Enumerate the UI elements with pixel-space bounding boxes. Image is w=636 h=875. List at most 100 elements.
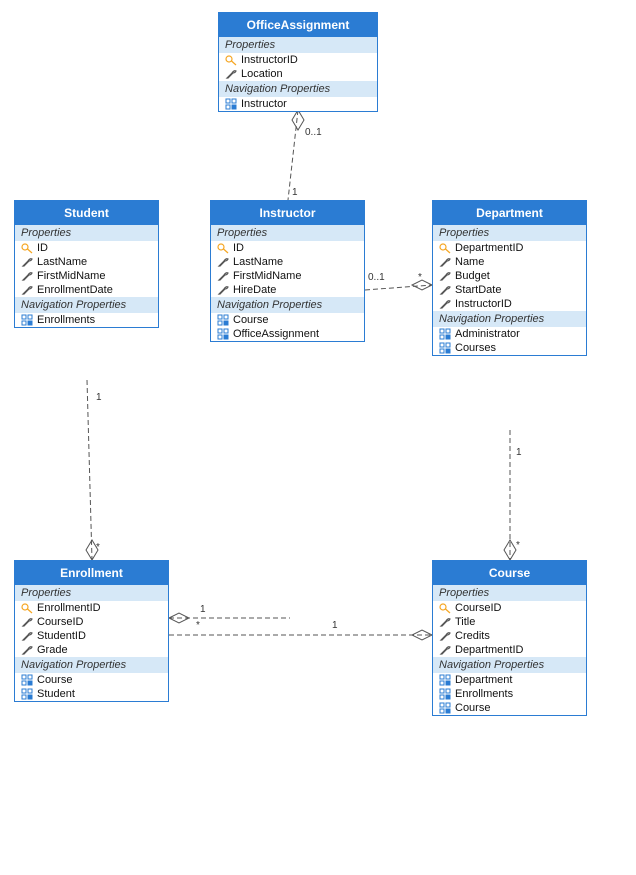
property-name: Enrollments xyxy=(455,688,513,700)
property-name: Name xyxy=(455,256,484,268)
label-star-enroll-right: * xyxy=(196,620,200,631)
entity-header-student: Student xyxy=(15,201,158,225)
property-row-instructor-0-2: FirstMidName xyxy=(211,269,364,283)
property-name: FirstMidName xyxy=(233,270,301,282)
property-row-enrollment-0-3: Grade xyxy=(15,643,168,657)
label-1-dept: 1 xyxy=(516,447,522,458)
nav-icon xyxy=(217,328,229,340)
property-name: OfficeAssignment xyxy=(233,328,319,340)
label-star-course: * xyxy=(516,540,520,551)
nav-icon xyxy=(439,702,451,714)
property-name: EnrollmentDate xyxy=(37,284,113,296)
wrench-icon xyxy=(217,270,229,282)
wrench-icon xyxy=(225,68,237,80)
nav-icon xyxy=(439,688,451,700)
key-icon xyxy=(21,602,33,614)
section-label-instructor-0: Properties xyxy=(211,225,364,241)
property-row-instructor-0-1: LastName xyxy=(211,255,364,269)
property-row-student-0-1: LastName xyxy=(15,255,158,269)
wrench-icon xyxy=(21,644,33,656)
property-row-officeAssignment-0-1: Location xyxy=(219,67,377,81)
property-row-enrollment-0-1: CourseID xyxy=(15,615,168,629)
wrench-icon xyxy=(439,644,451,656)
property-name: ID xyxy=(233,242,244,254)
property-name: HireDate xyxy=(233,284,276,296)
nav-icon xyxy=(225,98,237,110)
property-row-student-0-3: EnrollmentDate xyxy=(15,283,158,297)
property-name: EnrollmentID xyxy=(37,602,101,614)
entity-department: DepartmentProperties DepartmentID Name B… xyxy=(432,200,587,356)
property-row-student-0-2: FirstMidName xyxy=(15,269,158,283)
label-1-enroll-right: 1 xyxy=(332,620,338,631)
property-name: Title xyxy=(455,616,475,628)
property-name: Instructor xyxy=(241,98,287,110)
property-row-course-1-1: Enrollments xyxy=(433,687,586,701)
entity-header-instructor: Instructor xyxy=(211,201,364,225)
property-name: Course xyxy=(233,314,268,326)
property-row-instructor-0-3: HireDate xyxy=(211,283,364,297)
section-label-course-1: Navigation Properties xyxy=(433,657,586,673)
entity-header-officeAssignment: OfficeAssignment xyxy=(219,13,377,37)
section-label-officeAssignment-0: Properties xyxy=(219,37,377,53)
property-name: Course xyxy=(455,702,490,714)
entity-course: CourseProperties CourseID Title Credits … xyxy=(432,560,587,716)
wrench-icon xyxy=(21,630,33,642)
wrench-icon xyxy=(439,630,451,642)
property-name: FirstMidName xyxy=(37,270,105,282)
key-icon xyxy=(217,242,229,254)
property-name: Administrator xyxy=(455,328,520,340)
property-row-department-0-2: Budget xyxy=(433,269,586,283)
nav-icon xyxy=(439,328,451,340)
entity-officeAssignment: OfficeAssignmentProperties InstructorID … xyxy=(218,12,378,112)
property-row-enrollment-1-1: Student xyxy=(15,687,168,701)
property-row-department-0-4: InstructorID xyxy=(433,297,586,311)
property-name: Department xyxy=(455,674,512,686)
property-row-department-0-0: DepartmentID xyxy=(433,241,586,255)
wrench-icon xyxy=(439,616,451,628)
property-name: Budget xyxy=(455,270,490,282)
wrench-icon xyxy=(439,270,451,282)
nav-icon xyxy=(439,342,451,354)
property-name: Course xyxy=(37,674,72,686)
property-row-instructor-1-1: OfficeAssignment xyxy=(211,327,364,341)
property-name: Location xyxy=(241,68,283,80)
property-name: StudentID xyxy=(37,630,86,642)
entity-header-department: Department xyxy=(433,201,586,225)
section-label-enrollment-1: Navigation Properties xyxy=(15,657,168,673)
section-label-student-0: Properties xyxy=(15,225,158,241)
property-row-student-1-0: Enrollments xyxy=(15,313,158,327)
entity-instructor: InstructorProperties ID LastName FirstMi… xyxy=(210,200,365,342)
wrench-icon xyxy=(439,298,451,310)
property-row-officeAssignment-1-0: Instructor xyxy=(219,97,377,111)
property-name: LastName xyxy=(233,256,283,268)
property-name: Enrollments xyxy=(37,314,95,326)
property-row-department-1-0: Administrator xyxy=(433,327,586,341)
key-icon xyxy=(439,242,451,254)
entity-student: StudentProperties ID LastName FirstMidNa… xyxy=(14,200,159,328)
section-label-department-0: Properties xyxy=(433,225,586,241)
wrench-icon xyxy=(21,270,33,282)
property-name: Student xyxy=(37,688,75,700)
property-name: DepartmentID xyxy=(455,644,523,656)
property-name: DepartmentID xyxy=(455,242,523,254)
property-name: InstructorID xyxy=(241,54,298,66)
label-01-inst: 0..1 xyxy=(368,272,385,283)
wrench-icon xyxy=(217,256,229,268)
property-row-department-0-1: Name xyxy=(433,255,586,269)
connections-svg: 0..1 1 0..1 * 1 * 1 * * 1 1 xyxy=(0,0,636,875)
property-row-instructor-0-0: ID xyxy=(211,241,364,255)
property-row-enrollment-0-2: StudentID xyxy=(15,629,168,643)
property-name: StartDate xyxy=(455,284,501,296)
nav-icon xyxy=(21,688,33,700)
property-name: Credits xyxy=(455,630,490,642)
wrench-icon xyxy=(439,284,451,296)
entity-header-course: Course xyxy=(433,561,586,585)
property-row-instructor-1-0: Course xyxy=(211,313,364,327)
wrench-icon xyxy=(21,284,33,296)
nav-icon xyxy=(439,674,451,686)
nav-icon xyxy=(217,314,229,326)
nav-icon xyxy=(21,314,33,326)
wrench-icon xyxy=(217,284,229,296)
label-1-student: 1 xyxy=(96,392,102,403)
label-01-oa: 0..1 xyxy=(305,127,322,138)
